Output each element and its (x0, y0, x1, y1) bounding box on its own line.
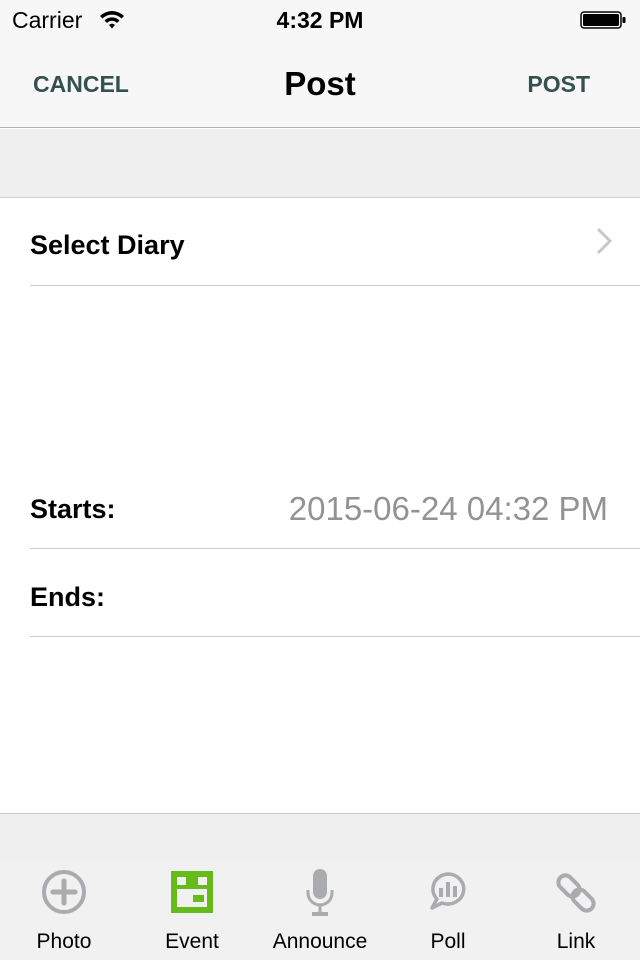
tab-announce[interactable]: Announce (256, 860, 384, 960)
tab-poll[interactable]: Poll (384, 860, 512, 960)
tab-label: Announce (272, 930, 368, 953)
battery-full-icon (580, 11, 626, 29)
tab-label: Link (556, 930, 596, 953)
calendar-icon (171, 871, 213, 913)
post-type-tabbar: Photo Event Announce Poll Link (0, 860, 640, 960)
post-form: Select Diary Starts: 2015-06-24 04:32 PM… (0, 199, 640, 813)
ends-label: Ends: (30, 582, 106, 612)
tab-label: Event (165, 930, 219, 953)
status-time: 4:32 PM (276, 7, 364, 33)
microphone-icon (306, 869, 334, 916)
tab-event[interactable]: Event (128, 860, 256, 960)
starts-label: Starts: (30, 494, 116, 524)
poll-chat-icon (430, 872, 466, 910)
link-icon (556, 873, 596, 913)
tab-label: Poll (430, 930, 466, 953)
section-footer-spacer (0, 813, 640, 860)
post-button[interactable]: POST (527, 71, 590, 98)
starts-row[interactable]: Starts: 2015-06-24 04:32 PM (30, 461, 640, 549)
tab-link[interactable]: Link (512, 860, 640, 960)
navigation-bar: CANCEL Post POST (0, 40, 640, 128)
plus-circle-icon (42, 870, 86, 914)
event-details-area (0, 286, 640, 461)
select-diary-label: Select Diary (30, 230, 185, 260)
status-bar: Carrier 4:32 PM (0, 0, 640, 40)
tab-label: Photo (36, 930, 92, 953)
chevron-right-icon (596, 227, 612, 255)
ends-row[interactable]: Ends: (30, 549, 640, 637)
select-diary-row[interactable]: Select Diary (30, 199, 640, 286)
starts-value[interactable]: 2015-06-24 04:32 PM (289, 490, 608, 528)
section-header-spacer (0, 129, 640, 198)
tab-photo[interactable]: Photo (0, 860, 128, 960)
